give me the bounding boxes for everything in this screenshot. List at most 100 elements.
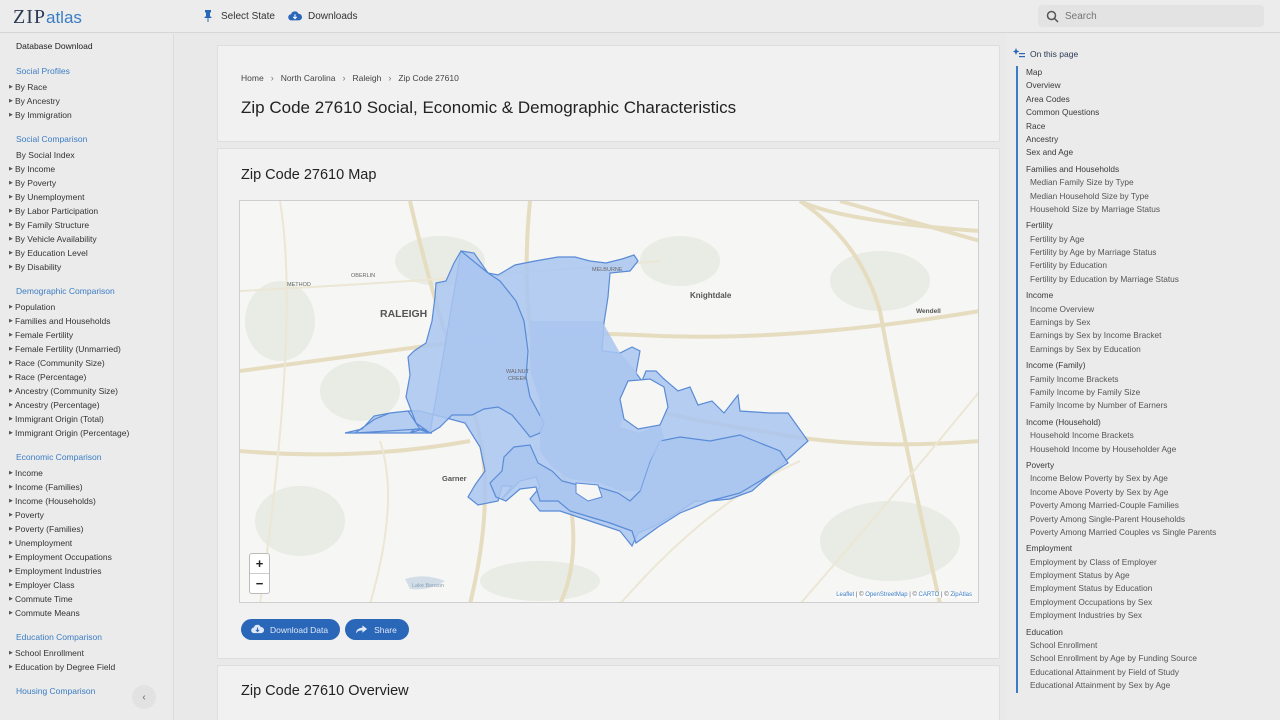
toc-item[interactable]: Income Below Poverty by Sex by Age: [1026, 472, 1266, 485]
toc-item[interactable]: Sex and Age: [1026, 146, 1266, 159]
nav-item[interactable]: ▶ Unemployment: [9, 536, 173, 550]
toc-item[interactable]: Ancestry: [1026, 133, 1266, 146]
nav-item[interactable]: ▶ Ancestry (Percentage): [9, 398, 173, 412]
nav-item[interactable]: ▶ By Ancestry: [9, 94, 173, 108]
nav-item[interactable]: ▶ Commute Time: [9, 592, 173, 606]
toc-item[interactable]: Fertility by Education by Marriage Statu…: [1026, 273, 1266, 286]
osm-link[interactable]: OpenStreetMap: [865, 592, 907, 598]
nav-group-heading[interactable]: Economic Comparison: [16, 452, 173, 462]
toc-item[interactable]: Families and Households: [1026, 163, 1266, 176]
toc-item[interactable]: Income: [1026, 289, 1266, 302]
nav-item[interactable]: ▶ Female Fertility (Unmarried): [9, 342, 173, 356]
toc-item[interactable]: Employment Status by Education: [1026, 582, 1266, 595]
toc-item[interactable]: Income Above Poverty by Sex by Age: [1026, 486, 1266, 499]
toc-item[interactable]: Fertility by Age by Marriage Status: [1026, 246, 1266, 259]
nav-item[interactable]: ▶ Employment Industries: [9, 564, 173, 578]
toc-item[interactable]: Employment Status by Age: [1026, 569, 1266, 582]
nav-group-heading[interactable]: Demographic Comparison: [16, 286, 173, 296]
carto-link[interactable]: CARTO: [919, 592, 940, 598]
toc-item[interactable]: Fertility: [1026, 219, 1266, 232]
toc-item[interactable]: Employment Industries by Sex: [1026, 609, 1266, 622]
nav-item[interactable]: ▶ Poverty: [9, 508, 173, 522]
toc-item[interactable]: Race: [1026, 120, 1266, 133]
nav-item[interactable]: ▶ By Poverty: [9, 176, 173, 190]
nav-group-heading[interactable]: Social Profiles: [16, 66, 173, 76]
download-data-button[interactable]: Download Data: [241, 619, 341, 640]
toc-item[interactable]: Household Size by Marriage Status: [1026, 203, 1266, 216]
nav-item[interactable]: ▶ By Immigration: [9, 108, 173, 122]
toc-item[interactable]: Household Income Brackets: [1026, 429, 1266, 442]
map-canvas[interactable]: RALEIGH Knightdale Wendell Garner OBERLI…: [240, 201, 979, 603]
share-button[interactable]: Share: [345, 619, 409, 640]
collapse-sidebar-button[interactable]: ‹: [132, 685, 156, 709]
toc-item[interactable]: Earnings by Sex by Education: [1026, 343, 1266, 356]
zoom-in-button[interactable]: +: [250, 554, 269, 574]
toc-item[interactable]: Poverty: [1026, 459, 1266, 472]
nav-item[interactable]: ▶ By Labor Participation: [9, 204, 173, 218]
toc-item[interactable]: Income Overview: [1026, 303, 1266, 316]
toc-item[interactable]: Overview: [1026, 79, 1266, 92]
nav-item[interactable]: ▶ By Unemployment: [9, 190, 173, 204]
toc-item[interactable]: Earnings by Sex: [1026, 316, 1266, 329]
toc-item[interactable]: Family Income Brackets: [1026, 373, 1266, 386]
zipatlas-logo[interactable]: ZIPatlas: [13, 6, 82, 29]
nav-item[interactable]: ▶ By Family Structure: [9, 218, 173, 232]
zip-map[interactable]: RALEIGH Knightdale Wendell Garner OBERLI…: [239, 200, 979, 603]
nav-item[interactable]: ▶ Education by Degree Field: [9, 660, 173, 674]
toc-item[interactable]: Educational Attainment by Field of Study: [1026, 666, 1266, 679]
select-state-button[interactable]: Select State: [201, 9, 275, 23]
zoom-out-button[interactable]: −: [250, 574, 269, 594]
toc-item[interactable]: Poverty Among Single-Parent Households: [1026, 513, 1266, 526]
nav-item[interactable]: ▶ Employer Class: [9, 578, 173, 592]
toc-item[interactable]: School Enrollment by Age by Funding Sour…: [1026, 652, 1266, 665]
toc-item[interactable]: Educational Attainment by Sex by Age: [1026, 679, 1266, 692]
toc-item[interactable]: Median Household Size by Type: [1026, 190, 1266, 203]
toc-item[interactable]: Poverty Among Married-Couple Families: [1026, 499, 1266, 512]
toc-item[interactable]: Employment Occupations by Sex: [1026, 596, 1266, 609]
nav-item[interactable]: ▶ Female Fertility: [9, 328, 173, 342]
nav-item[interactable]: ▶ Race (Percentage): [9, 370, 173, 384]
zipatlas-link[interactable]: ZipAtlas: [950, 592, 972, 598]
toc-item[interactable]: Area Codes: [1026, 93, 1266, 106]
nav-item[interactable]: ▶ Commute Means: [9, 606, 173, 620]
nav-item[interactable]: ▶ Families and Households: [9, 314, 173, 328]
toc-item[interactable]: Education: [1026, 626, 1266, 639]
toc-item[interactable]: Earnings by Sex by Income Bracket: [1026, 329, 1266, 342]
nav-item[interactable]: ▶ By Vehicle Availability: [9, 232, 173, 246]
nav-item[interactable]: ▶ School Enrollment: [9, 646, 173, 660]
leaflet-link[interactable]: Leaflet: [836, 592, 854, 598]
database-download-link[interactable]: Database Download: [16, 41, 173, 51]
toc-item[interactable]: Family Income by Family Size: [1026, 386, 1266, 399]
nav-item[interactable]: ▶ Immigrant Origin (Percentage): [9, 426, 173, 440]
nav-item[interactable]: ▶ Employment Occupations: [9, 550, 173, 564]
nav-item[interactable]: By Social Index: [16, 148, 173, 162]
breadcrumb-home[interactable]: Home: [241, 73, 264, 83]
nav-item[interactable]: ▶ Income (Families): [9, 480, 173, 494]
downloads-button[interactable]: Downloads: [288, 9, 357, 23]
toc-item[interactable]: Common Questions: [1026, 106, 1266, 119]
nav-item[interactable]: ▶ Ancestry (Community Size): [9, 384, 173, 398]
toc-item[interactable]: Family Income by Number of Earners: [1026, 399, 1266, 412]
nav-group-heading[interactable]: Social Comparison: [16, 134, 173, 144]
nav-item[interactable]: ▶ Income: [9, 466, 173, 480]
toc-item[interactable]: Map: [1026, 66, 1266, 79]
search-box[interactable]: [1038, 5, 1264, 27]
nav-item[interactable]: ▶ Income (Households): [9, 494, 173, 508]
toc-item[interactable]: Employment by Class of Employer: [1026, 556, 1266, 569]
nav-item[interactable]: ▶ By Race: [9, 80, 173, 94]
nav-item[interactable]: ▶ Immigrant Origin (Total): [9, 412, 173, 426]
toc-item[interactable]: Household Income by Householder Age: [1026, 443, 1266, 456]
toc-item[interactable]: Median Family Size by Type: [1026, 176, 1266, 189]
nav-group-heading[interactable]: Education Comparison: [16, 632, 173, 642]
breadcrumb-city[interactable]: Raleigh: [353, 73, 382, 83]
nav-item[interactable]: ▶ Population: [9, 300, 173, 314]
toc-item[interactable]: Poverty Among Married Couples vs Single …: [1026, 526, 1266, 539]
nav-item[interactable]: ▶ By Disability: [9, 260, 173, 274]
nav-item[interactable]: ▶ Poverty (Families): [9, 522, 173, 536]
nav-item[interactable]: ▶ By Income: [9, 162, 173, 176]
breadcrumb-state[interactable]: North Carolina: [281, 73, 336, 83]
nav-item[interactable]: ▶ By Education Level: [9, 246, 173, 260]
toc-item[interactable]: School Enrollment: [1026, 639, 1266, 652]
toc-item[interactable]: Income (Family): [1026, 359, 1266, 372]
toc-item[interactable]: Fertility by Education: [1026, 259, 1266, 272]
